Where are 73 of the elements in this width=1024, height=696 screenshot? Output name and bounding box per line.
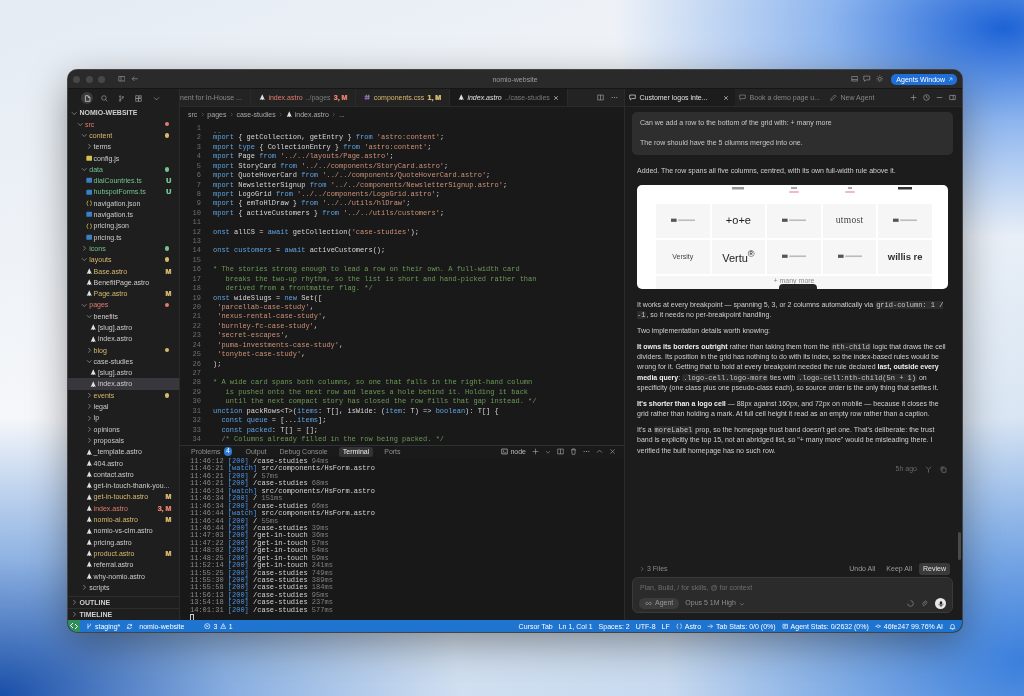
arrow-up-right-icon <box>948 76 953 82</box>
chevron-right-icon <box>639 566 645 572</box>
astro-file-icon <box>285 110 293 118</box>
side-panel-icon[interactable] <box>949 94 956 101</box>
bell-icon[interactable] <box>949 622 956 630</box>
logo-wordmark: utmost <box>835 215 864 226</box>
explorer-button[interactable] <box>81 92 93 104</box>
split-editor-icon[interactable] <box>597 94 604 101</box>
logo-icon <box>782 217 806 224</box>
paperclip-icon[interactable] <box>921 600 928 607</box>
warning-icon <box>219 622 227 630</box>
logo-wordmark: willis re <box>887 251 923 262</box>
back-arrow-icon[interactable] <box>130 75 138 83</box>
panel-layout-icon[interactable] <box>850 75 859 83</box>
scrollbar-thumb[interactable] <box>958 532 961 560</box>
css-file-icon <box>364 94 371 101</box>
logo-wordmark: +o+e <box>725 215 751 227</box>
logo-wordmark: Vertu$^{®}$ <box>722 249 755 264</box>
chevron-down-icon[interactable] <box>545 448 551 455</box>
fork-icon[interactable] <box>925 465 932 473</box>
error-icon <box>204 622 211 630</box>
copy-icon[interactable] <box>940 465 947 473</box>
trash-icon[interactable] <box>570 448 577 455</box>
chevron-right-icon <box>278 111 284 117</box>
more-icon[interactable] <box>583 448 590 455</box>
chevron-right-icon <box>199 111 205 117</box>
infinity-icon <box>645 600 652 607</box>
spinner-icon <box>907 600 914 607</box>
image-toolbar[interactable] <box>778 283 817 289</box>
logo-icon <box>670 217 695 224</box>
json-file-icon <box>85 222 93 230</box>
chevron-down-icon <box>738 600 745 607</box>
chevron-down-icon <box>71 109 78 116</box>
stats-icon <box>781 622 789 630</box>
chevron-right-icon <box>331 111 337 117</box>
json-file-icon <box>85 199 93 207</box>
remote-icon[interactable] <box>68 620 80 632</box>
voice-input-button[interactable] <box>935 598 946 609</box>
close-icon[interactable] <box>609 448 616 455</box>
minus-icon[interactable] <box>936 94 943 101</box>
sidebar-toggle-icon[interactable] <box>117 75 125 83</box>
chat-icon <box>629 94 636 101</box>
pencil-icon <box>830 94 838 101</box>
terminal-icon <box>500 448 508 455</box>
microphone-icon <box>936 599 945 608</box>
source-control-icon[interactable] <box>118 94 126 102</box>
files-icon <box>83 94 91 102</box>
split-terminal-icon[interactable] <box>557 448 564 455</box>
chevron-up-icon[interactable] <box>596 448 603 455</box>
chevron-down-icon[interactable] <box>152 94 160 102</box>
logo-icon <box>782 253 806 260</box>
javascript-file-icon <box>85 154 93 162</box>
astro-file-icon <box>457 94 465 101</box>
branch-icon <box>86 622 93 630</box>
plus-icon[interactable] <box>910 94 917 101</box>
history-icon[interactable] <box>923 94 930 101</box>
search-icon[interactable] <box>100 94 108 102</box>
logo-icon <box>837 253 862 260</box>
chat-icon[interactable] <box>863 75 871 83</box>
arrow-right-icon <box>707 622 714 630</box>
astro-file-icon <box>258 94 266 101</box>
braces-icon <box>675 622 683 630</box>
more-icon[interactable] <box>611 94 618 101</box>
typescript-file-icon <box>85 233 93 241</box>
logo-icon <box>893 217 918 224</box>
settings-icon[interactable] <box>875 75 884 83</box>
sync-icon[interactable] <box>126 622 134 630</box>
typescript-file-icon <box>85 211 93 218</box>
commit-icon <box>874 622 882 630</box>
plus-icon[interactable] <box>532 448 539 455</box>
chat-icon <box>739 94 747 101</box>
extensions-icon[interactable] <box>135 94 143 102</box>
chevron-right-icon <box>228 111 234 117</box>
